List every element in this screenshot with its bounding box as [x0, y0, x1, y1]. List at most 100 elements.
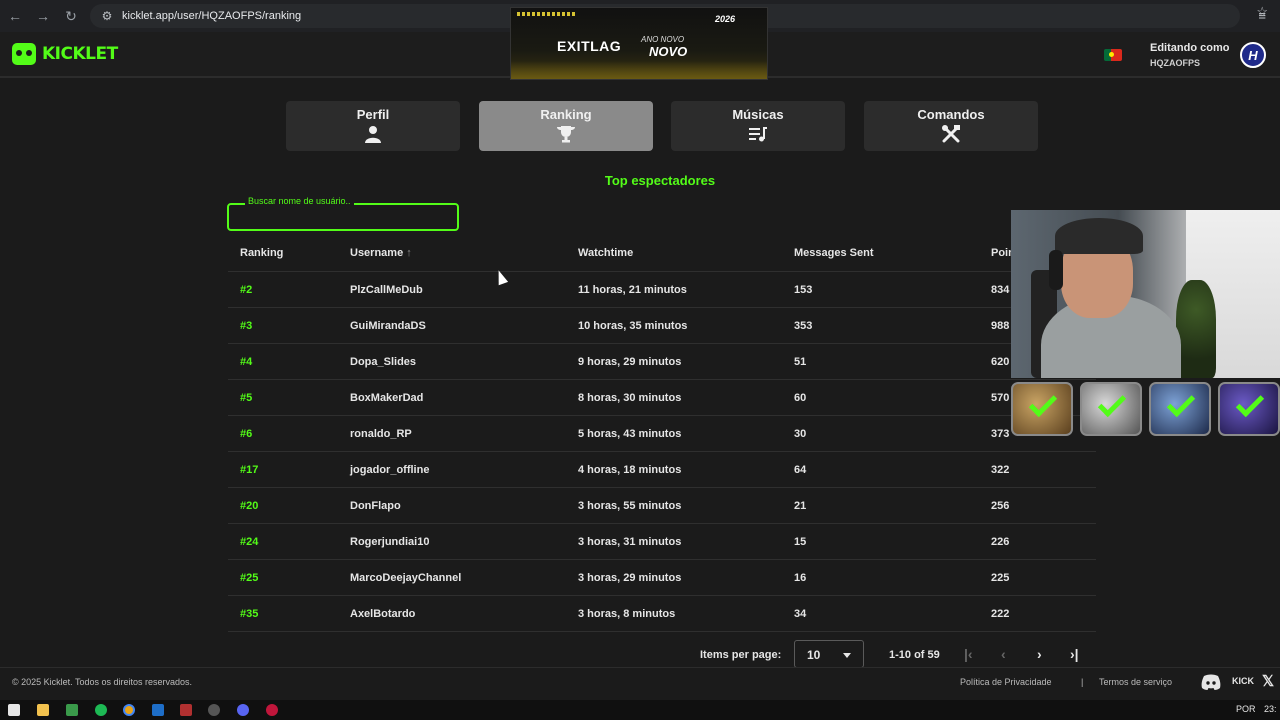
- ad-brand: EXITLAG: [557, 38, 622, 54]
- rank-cell: #24: [240, 536, 259, 548]
- table-row: #17 jogador_offline 4 horas, 18 minutos …: [228, 452, 1096, 488]
- ad-glow: [511, 61, 767, 79]
- messages-cell: 15: [794, 536, 807, 548]
- checkmark-icon: [1235, 388, 1265, 418]
- checkmark-icon: [1097, 388, 1127, 418]
- messages-cell: 60: [794, 392, 807, 404]
- table-row: #6 ronaldo_RP 5 horas, 43 minutos 30 373: [228, 416, 1096, 452]
- app-icon[interactable]: [180, 704, 192, 716]
- url-text[interactable]: kicklet.app/user/HQZAOFPS/ranking: [122, 10, 301, 22]
- points-cell: 322: [991, 464, 1010, 476]
- app-icon[interactable]: [66, 704, 78, 716]
- search-input[interactable]: Buscar nome de usuário..: [227, 196, 459, 231]
- webcam-cap: [1055, 218, 1143, 254]
- items-per-page-select[interactable]: 10: [794, 640, 864, 668]
- copyright-text: © 2025 Kicklet. Todos os direitos reserv…: [12, 677, 193, 687]
- badge-tile: [1218, 382, 1280, 436]
- site-settings-icon[interactable]: ⚙: [96, 9, 118, 23]
- badge-tile: [1080, 382, 1142, 436]
- header-username[interactable]: Username ↑: [350, 247, 412, 259]
- last-page-icon[interactable]: ›|: [1070, 646, 1079, 662]
- tab-label: Ranking: [540, 107, 592, 122]
- table-row: #3 GuiMirandaDS 10 horas, 35 minutos 353…: [228, 308, 1096, 344]
- items-per-page-value: 10: [807, 648, 821, 662]
- x-twitter-icon[interactable]: 𝕏: [1262, 672, 1274, 690]
- kick-link[interactable]: KICK: [1232, 676, 1254, 686]
- watchtime-cell: 5 horas, 43 minutos: [578, 428, 682, 440]
- discord-taskbar-icon[interactable]: [237, 704, 249, 716]
- username-cell: ronaldo_RP: [350, 428, 412, 440]
- tab-ranking[interactable]: Ranking: [479, 101, 653, 151]
- terms-link[interactable]: Termos de serviço: [1099, 677, 1172, 687]
- table-row: #35 AxelBotardo 3 horas, 8 minutos 34 22…: [228, 596, 1096, 632]
- username-cell: PlzCallMeDub: [350, 284, 423, 296]
- username-cell: DonFlapo: [350, 500, 401, 512]
- messages-cell: 353: [794, 320, 813, 332]
- clock[interactable]: 23:: [1264, 704, 1277, 714]
- checkmark-icon: [1028, 388, 1058, 418]
- username-cell: AxelBotardo: [350, 608, 416, 620]
- obs-icon[interactable]: [208, 704, 220, 716]
- tab-musicas[interactable]: Músicas: [671, 101, 845, 151]
- chrome-icon[interactable]: [123, 704, 135, 716]
- privacy-link[interactable]: Política de Privacidade: [960, 677, 1052, 687]
- reload-icon[interactable]: ↻: [58, 3, 84, 29]
- webcam-overlay: [1011, 210, 1280, 378]
- watchtime-cell: 10 horas, 35 minutos: [578, 320, 688, 332]
- kicklet-logo-icon: [12, 43, 36, 65]
- tab-perfil[interactable]: Perfil: [286, 101, 460, 151]
- sort-arrow-up-icon: ↑: [406, 247, 412, 259]
- kicklet-logo[interactable]: KICKLET: [12, 43, 118, 65]
- reading-list-icon[interactable]: ≡: [1258, 8, 1266, 23]
- playlist-icon: [749, 127, 767, 142]
- webcam-headset: [1049, 250, 1063, 290]
- username-cell: BoxMakerDad: [350, 392, 424, 404]
- table-header: Ranking Username ↑ Watchtime Messages Se…: [228, 236, 1096, 272]
- header-ranking[interactable]: Ranking: [240, 247, 283, 259]
- checkmark-icon: [1166, 388, 1196, 418]
- discord-icon[interactable]: [1200, 673, 1222, 691]
- rank-cell: #3: [240, 320, 253, 332]
- opera-icon[interactable]: [266, 704, 278, 716]
- rank-cell: #25: [240, 572, 259, 584]
- header-username-label: Username: [350, 247, 404, 259]
- app-icon[interactable]: [152, 704, 164, 716]
- ad-line2: NOVO: [649, 44, 688, 59]
- person-icon: [365, 126, 381, 143]
- file-explorer-icon[interactable]: [37, 704, 49, 716]
- first-page-icon[interactable]: |‹: [964, 646, 973, 662]
- prev-page-icon[interactable]: ‹: [1001, 646, 1006, 662]
- ad-line1: ANO NOVO: [641, 35, 685, 44]
- back-icon[interactable]: ←: [2, 3, 28, 29]
- page-range: 1-10 of 59: [889, 649, 940, 661]
- windows-start-icon[interactable]: [8, 704, 20, 716]
- items-per-page-label: Items per page:: [700, 649, 782, 661]
- language-indicator[interactable]: POR: [1236, 704, 1256, 714]
- rank-cell: #6: [240, 428, 253, 440]
- rank-cell: #4: [240, 356, 253, 368]
- forward-icon[interactable]: →: [30, 3, 56, 29]
- logo-text: KICKLET: [42, 44, 118, 64]
- webcam-plant: [1176, 280, 1216, 378]
- points-cell: 570: [991, 392, 1010, 404]
- watchtime-cell: 3 horas, 31 minutos: [578, 536, 682, 548]
- username-cell: Rogerjundiai10: [350, 536, 430, 548]
- tab-label: Perfil: [356, 107, 390, 122]
- user-avatar[interactable]: H: [1240, 42, 1266, 68]
- portugal-flag-icon[interactable]: [1104, 49, 1122, 61]
- next-page-icon[interactable]: ›: [1037, 646, 1042, 662]
- watchtime-cell: 11 horas, 21 minutos: [578, 284, 687, 296]
- messages-cell: 21: [794, 500, 807, 512]
- watchtime-cell: 8 horas, 30 minutos: [578, 392, 682, 404]
- header-messages-sent[interactable]: Messages Sent: [794, 247, 873, 259]
- points-cell: 226: [991, 536, 1010, 548]
- tab-comandos[interactable]: Comandos: [864, 101, 1038, 151]
- table-row: #20 DonFlapo 3 horas, 55 minutos 21 256: [228, 488, 1096, 524]
- spotify-icon[interactable]: [95, 704, 107, 716]
- watchtime-cell: 3 horas, 29 minutos: [578, 572, 682, 584]
- username-cell: Dopa_Slides: [350, 356, 417, 368]
- trophy-icon: [557, 126, 575, 143]
- header-watchtime[interactable]: Watchtime: [578, 247, 633, 259]
- ad-year: 2026: [715, 14, 736, 24]
- messages-cell: 51: [794, 356, 807, 368]
